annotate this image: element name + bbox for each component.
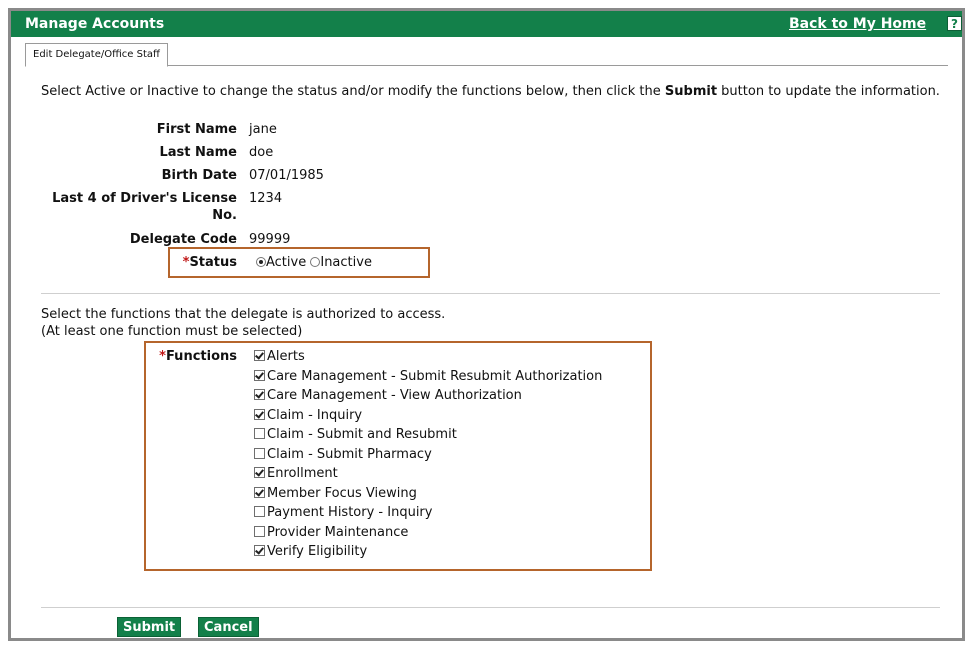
function-item[interactable]: Claim - Inquiry (254, 408, 362, 427)
function-label: Alerts (267, 349, 305, 364)
manage-accounts-panel: Manage Accounts Back to My Home ? Edit D… (8, 8, 965, 641)
status-label-text: Status (189, 255, 237, 270)
function-label: Claim - Inquiry (267, 408, 363, 423)
section-divider (41, 293, 940, 294)
function-item[interactable]: Verify Eligibility (254, 544, 367, 563)
status-label: *Status (183, 255, 237, 270)
status-active-option[interactable]: Active (256, 255, 306, 270)
function-checkbox[interactable] (254, 526, 265, 537)
function-label: Payment History - Inquiry (267, 505, 433, 520)
function-checkbox[interactable] (254, 409, 265, 420)
bottom-divider (41, 607, 940, 608)
first-name-value: jane (249, 122, 277, 137)
function-checkbox[interactable] (254, 428, 265, 439)
function-checkbox[interactable] (254, 487, 265, 498)
function-checkbox[interactable] (254, 545, 265, 556)
birth-date-value: 07/01/1985 (249, 168, 324, 183)
function-item[interactable]: Claim - Submit and Resubmit (254, 427, 457, 446)
function-checkbox[interactable] (254, 350, 265, 361)
submit-button[interactable]: Submit (117, 617, 182, 637)
required-marker: * (159, 349, 166, 364)
function-label: Care Management - Submit Resubmit Author… (267, 369, 603, 384)
function-checkbox[interactable] (254, 370, 265, 381)
function-label: Claim - Submit Pharmacy (267, 447, 432, 462)
cancel-button[interactable]: Cancel (198, 617, 259, 637)
status-inactive-label: Inactive (320, 255, 372, 270)
function-label: Verify Eligibility (267, 544, 368, 559)
radio-active[interactable] (256, 257, 266, 267)
intro-text-part: button to update the information. (717, 84, 940, 99)
function-label: Enrollment (267, 466, 338, 481)
last-name-label: Last Name (159, 145, 237, 160)
function-label: Provider Maintenance (267, 525, 409, 540)
function-checkbox[interactable] (254, 467, 265, 478)
delegate-code-value: 99999 (249, 232, 291, 247)
function-checkbox[interactable] (254, 506, 265, 517)
first-name-label: First Name (156, 122, 237, 137)
function-item[interactable]: Provider Maintenance (254, 525, 408, 544)
radio-inactive[interactable] (310, 257, 321, 267)
function-item[interactable]: Payment History - Inquiry (254, 505, 432, 524)
function-checkbox[interactable] (254, 448, 265, 459)
functions-label-text: Functions (165, 349, 237, 364)
license-label-line1: Last 4 of Driver's License (52, 191, 237, 206)
functions-intro-line1: Select the functions that the delegate i… (41, 307, 446, 322)
function-item[interactable]: Care Management - View Authorization (254, 388, 522, 407)
license-value: 1234 (249, 191, 283, 206)
intro-text: Select Active or Inactive to change the … (41, 83, 951, 100)
function-item[interactable]: Member Focus Viewing (254, 486, 417, 505)
delegate-code-label: Delegate Code (129, 232, 237, 247)
function-label: Care Management - View Authorization (267, 388, 522, 403)
functions-intro-line2: (At least one function must be selected) (41, 324, 303, 339)
status-radio-group: Active Inactive (256, 255, 372, 270)
function-item[interactable]: Enrollment (254, 466, 338, 485)
license-label-line2: No. (212, 208, 237, 223)
function-item[interactable]: Care Management - Submit Resubmit Author… (254, 369, 602, 388)
function-label: Claim - Submit and Resubmit (267, 427, 457, 442)
form-content: Select Active or Inactive to change the … (11, 11, 962, 638)
function-item[interactable]: Claim - Submit Pharmacy (254, 447, 432, 466)
functions-label: *Functions (159, 349, 237, 364)
last-name-value: doe (249, 145, 274, 160)
intro-text-part: Select Active or Inactive to change the … (41, 84, 665, 99)
intro-text-bold: Submit (664, 84, 718, 99)
function-item[interactable]: Alerts (254, 349, 305, 368)
birth-date-label: Birth Date (161, 168, 237, 183)
status-inactive-option[interactable]: Inactive (310, 255, 372, 270)
function-checkbox[interactable] (254, 389, 265, 400)
function-label: Member Focus Viewing (267, 486, 417, 501)
status-active-label: Active (266, 255, 307, 270)
